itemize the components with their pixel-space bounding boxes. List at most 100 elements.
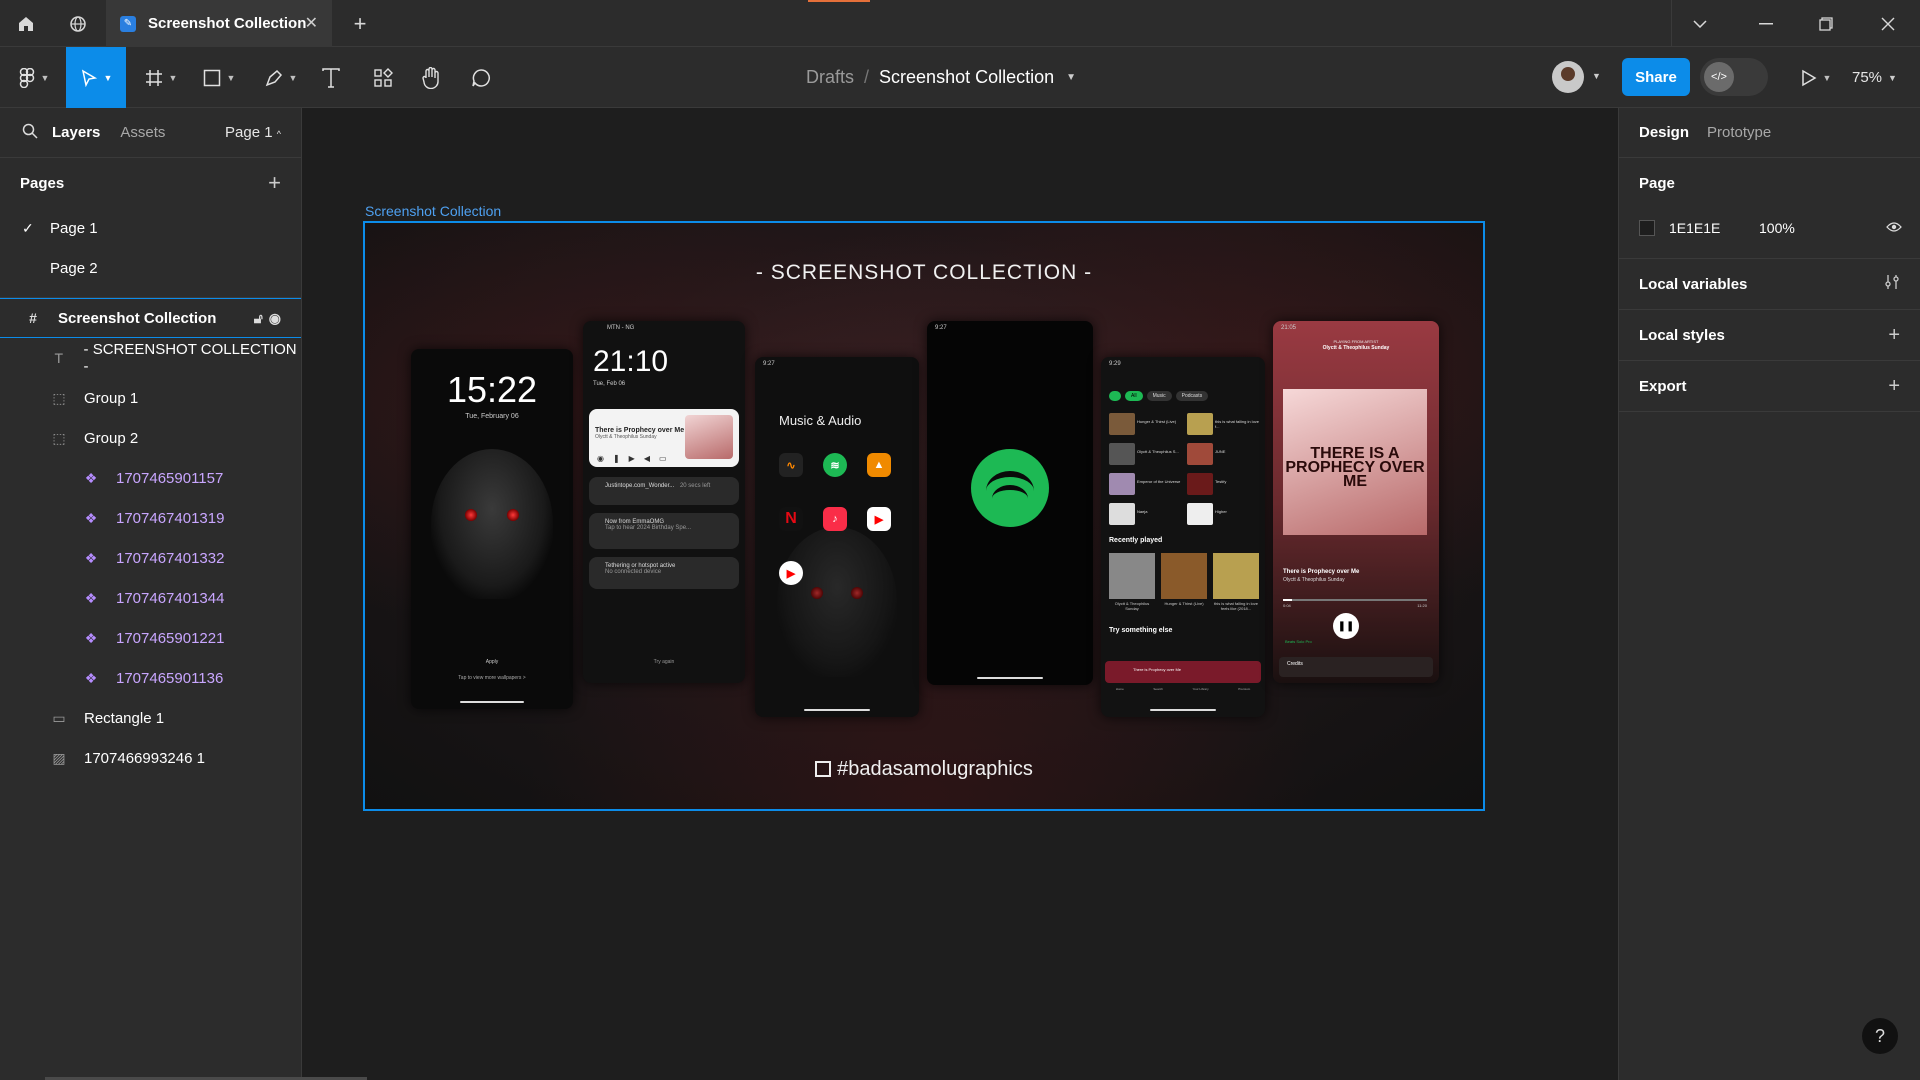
- search-icon[interactable]: [22, 123, 38, 143]
- tab-layers[interactable]: Layers: [52, 124, 100, 141]
- tile-label: JUNE: [1215, 449, 1226, 454]
- chevron-down-icon[interactable]: ▼: [1066, 72, 1076, 83]
- page-selector[interactable]: Page 1 ^: [225, 124, 281, 141]
- layer-row[interactable]: ▭ Rectangle 1: [0, 698, 301, 738]
- status-time: 21:05: [1281, 325, 1297, 331]
- plus-icon[interactable]: +: [342, 0, 378, 47]
- home-indicator: [976, 677, 1044, 679]
- phone-now-playing: 21:05 PLAYING FROM ARTIST Olyctt & Theop…: [1273, 321, 1439, 683]
- tab-design[interactable]: Design: [1639, 124, 1689, 141]
- owl-eye: [507, 509, 519, 521]
- group-icon: ⬚: [52, 389, 66, 406]
- comment-tool-button[interactable]: [466, 47, 496, 108]
- page-fill-hex[interactable]: 1E1E1E: [1669, 220, 1720, 236]
- home-indicator: [1150, 709, 1216, 711]
- layer-row[interactable]: ❖ 1707467401344: [0, 578, 301, 618]
- layer-row[interactable]: ▨ 1707466993246 1: [0, 738, 301, 778]
- layer-row[interactable]: ❖ 1707465901136: [0, 658, 301, 698]
- player-song: There is Prophecy over Me: [1283, 569, 1360, 575]
- layer-row[interactable]: ⬚ Group 2: [0, 418, 301, 458]
- download-notification: Justintope.com_Wonder... 20 secs left: [589, 477, 739, 505]
- layer-row[interactable]: ❖ 1707465901157: [0, 458, 301, 498]
- lock-eye-icons[interactable]: 🔓︎◉: [254, 310, 287, 327]
- page-fill-opacity[interactable]: 100%: [1759, 220, 1795, 236]
- minimize-icon[interactable]: [1738, 0, 1794, 47]
- layer-row[interactable]: ❖ 1707465901221: [0, 618, 301, 658]
- tile-label: Hunger & Thirst (Live): [1137, 419, 1177, 424]
- page-item[interactable]: Page 2: [0, 248, 301, 288]
- mini-player: There is Prophecy over Me: [1105, 661, 1261, 683]
- zoom-control[interactable]: 75% ▼: [1852, 47, 1897, 108]
- component-icon: ❖: [84, 589, 98, 606]
- player-device: Beats Solo Pro: [1285, 639, 1312, 644]
- breadcrumb-drafts[interactable]: Drafts: [806, 67, 854, 88]
- page-item[interactable]: ✓ Page 1: [0, 208, 301, 248]
- main-menu-button[interactable]: ▼: [12, 47, 56, 108]
- pen-tool-button[interactable]: ▼: [258, 47, 304, 108]
- help-button[interactable]: ?: [1862, 1018, 1898, 1054]
- layer-row[interactable]: T - SCREENSHOT COLLECTION -: [0, 338, 301, 378]
- component-icon: ❖: [84, 669, 98, 686]
- message-notification: Now from EmmaOMG Tap to hear 2024 Birthd…: [589, 513, 739, 549]
- home-icon[interactable]: [0, 0, 52, 47]
- local-styles-section[interactable]: Local styles +: [1619, 310, 1920, 361]
- plus-icon[interactable]: +: [1888, 375, 1900, 398]
- local-variables-label: Local variables: [1639, 275, 1748, 293]
- screenshot-collection-frame[interactable]: - SCREENSHOT COLLECTION - 15:22 Tue, Feb…: [363, 221, 1485, 811]
- file-name[interactable]: Screenshot Collection: [879, 67, 1054, 88]
- layer-row[interactable]: ❖ 1707467401332: [0, 538, 301, 578]
- owl-eye: [851, 587, 863, 599]
- frame-tool-button[interactable]: ▼: [138, 47, 184, 108]
- right-panel: Design Prototype Page 1E1E1E 100% Local …: [1618, 108, 1920, 1080]
- owl-eye: [465, 509, 477, 521]
- shape-tool-button[interactable]: ▼: [196, 47, 242, 108]
- layer-name: 1707467401344: [116, 589, 225, 607]
- component-icon: ❖: [84, 629, 98, 646]
- layer-name: 1707467401319: [116, 509, 225, 527]
- export-section[interactable]: Export +: [1619, 361, 1920, 412]
- layer-row[interactable]: # Screenshot Collection 🔓︎◉: [0, 298, 301, 338]
- progress-track: [1283, 599, 1427, 601]
- dev-mode-toggle[interactable]: </>: [1700, 58, 1768, 96]
- tab-assets[interactable]: Assets: [120, 124, 165, 141]
- mini-song: There is Prophecy over Me: [1133, 667, 1182, 672]
- layer-row[interactable]: ❖ 1707467401319: [0, 498, 301, 538]
- chevron-down-icon[interactable]: [1672, 0, 1728, 47]
- present-button[interactable]: ▼: [1794, 47, 1838, 108]
- owl-wallpaper: [777, 527, 897, 677]
- lock-apply: Apply: [485, 659, 499, 665]
- tab-prototype[interactable]: Prototype: [1707, 124, 1771, 141]
- share-button[interactable]: Share: [1622, 58, 1690, 96]
- window-close-icon[interactable]: [1860, 0, 1916, 47]
- folder-name: Music & Audio: [779, 413, 862, 428]
- component-icon: ❖: [84, 549, 98, 566]
- chip-podcasts: Podcasts: [1175, 391, 1209, 401]
- file-tab[interactable]: ✎ Screenshot Collection ✕: [106, 0, 332, 47]
- player-artist: Olyctt & Theophilus Sunday: [1283, 577, 1345, 583]
- variables-icon[interactable]: [1884, 273, 1900, 296]
- page-fill-row[interactable]: 1E1E1E 100%: [1619, 208, 1920, 248]
- add-page-icon[interactable]: +: [268, 170, 281, 196]
- plus-icon[interactable]: +: [1888, 324, 1900, 347]
- frame-title: - SCREENSHOT COLLECTION -: [755, 261, 1093, 284]
- local-variables-section[interactable]: Local variables: [1619, 259, 1920, 310]
- status-bar: 21:05: [1281, 325, 1431, 331]
- tile-art: [1109, 413, 1135, 435]
- recently-played-heading: Recently played: [1109, 537, 1163, 544]
- filter-chips: All Music Podcasts: [1109, 391, 1209, 401]
- resources-tool-button[interactable]: [368, 47, 398, 108]
- chevron-down-icon[interactable]: ▼: [1592, 71, 1601, 81]
- hand-tool-button[interactable]: [416, 47, 446, 108]
- avatar[interactable]: [1552, 61, 1584, 93]
- move-tool-button[interactable]: ▼: [66, 47, 126, 108]
- restore-icon[interactable]: [1798, 0, 1854, 47]
- elapsed-time: 0:04: [1283, 603, 1291, 608]
- layer-row[interactable]: ⬚ Group 1: [0, 378, 301, 418]
- globe-icon[interactable]: [52, 0, 104, 47]
- frame-label[interactable]: Screenshot Collection: [365, 203, 501, 219]
- phone-app-folder: 9:27 Music & Audio ∿ ≋ ▲ N ♪ ▶ ▶: [755, 357, 919, 717]
- eye-icon[interactable]: [1886, 220, 1902, 237]
- color-swatch[interactable]: [1639, 220, 1655, 236]
- text-tool-button[interactable]: [316, 47, 346, 108]
- close-icon[interactable]: ✕: [305, 13, 318, 33]
